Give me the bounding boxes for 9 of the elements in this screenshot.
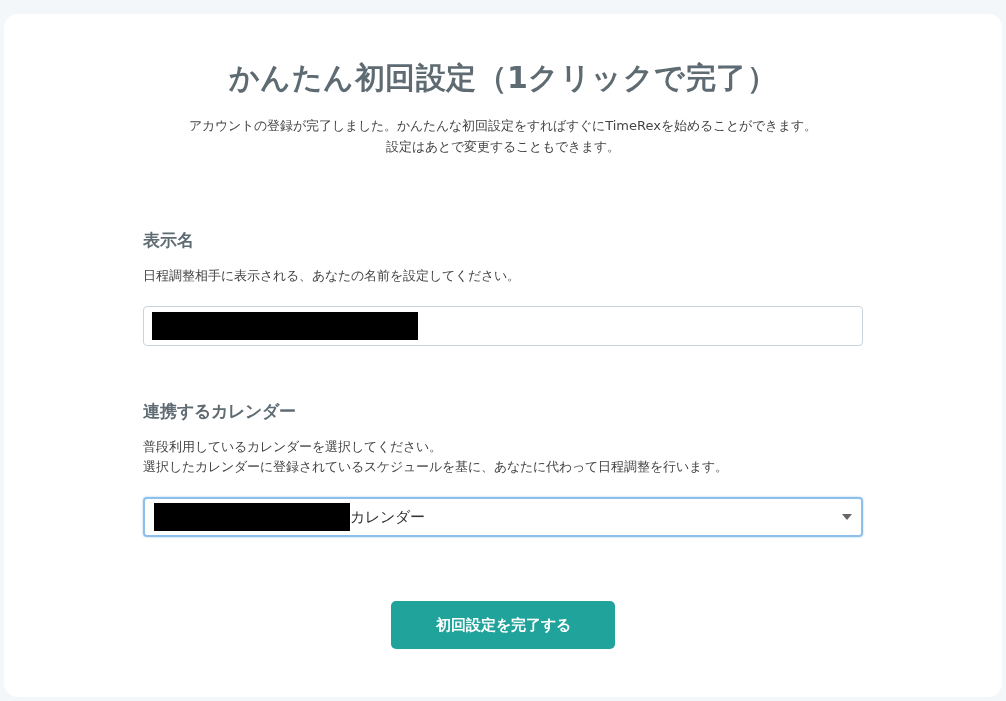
name-input-field[interactable]: [143, 306, 863, 346]
intro-text: アカウントの登録が完了しました。かんたんな初回設定をすればすぐにTimeRexを始めることができます。 設定はあとで変更することもできます。: [189, 117, 817, 156]
section-heading: 連携するカレンダー: [143, 400, 297, 423]
calendar-dropdown[interactable]: カレンダー: [143, 497, 863, 537]
section-heading: 表示名: [143, 229, 195, 252]
section-description: 日程調整相手に表示される、あなたの名前を設定してください。: [143, 267, 521, 285]
section-description: 普段利用しているカレンダーを選択してください。 選択したカレンダーに登録されているスケジュールを基に、あなたに代わって日程調整を行います。: [143, 438, 729, 476]
caret-icon: [842, 514, 852, 520]
page-title: かんたん初回設定（1クリックで完了）: [228, 59, 778, 97]
